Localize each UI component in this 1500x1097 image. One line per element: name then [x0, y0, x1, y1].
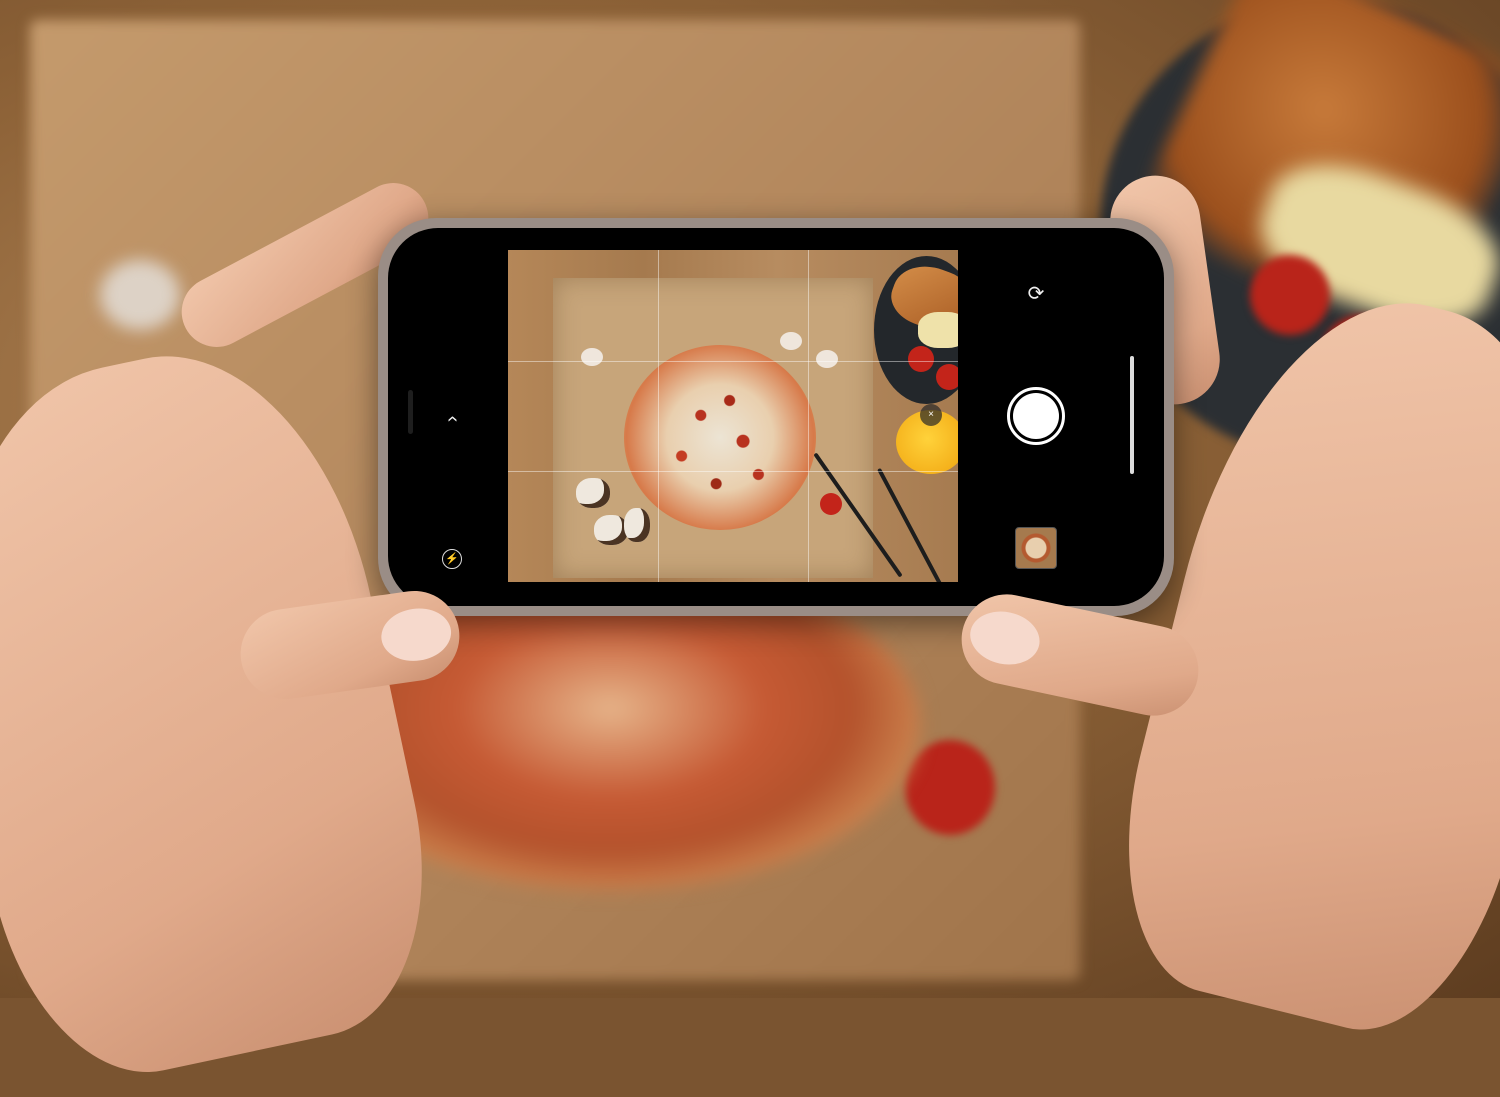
- earpiece: [408, 390, 413, 434]
- shutter-icon: [1013, 393, 1059, 439]
- grid-line: [657, 250, 659, 582]
- mushroom: [594, 515, 628, 545]
- camera-screen: ‹ ⚡ × ⟳: [388, 228, 1164, 606]
- garlic: [816, 350, 838, 368]
- background-garlic: [100, 260, 180, 330]
- flash-icon[interactable]: ⚡: [442, 549, 462, 569]
- background-tomato: [1250, 255, 1330, 335]
- grid-line: [508, 471, 958, 473]
- zoom-button[interactable]: ×: [920, 404, 942, 426]
- mushroom: [624, 508, 650, 542]
- tomato: [820, 493, 842, 515]
- knife: [877, 467, 951, 582]
- grid-line: [807, 250, 809, 582]
- thumbnail-nail: [377, 604, 455, 666]
- tomato: [936, 364, 958, 390]
- cheese: [918, 312, 958, 348]
- chevron-icon[interactable]: ‹: [442, 408, 464, 430]
- camera-viewfinder[interactable]: [508, 250, 958, 582]
- garlic: [780, 332, 802, 350]
- tomato: [908, 346, 934, 372]
- mushroom: [576, 478, 610, 508]
- pizza: [624, 345, 816, 530]
- shutter-button[interactable]: [1007, 387, 1065, 445]
- thumbnail-nail: [965, 605, 1045, 671]
- grid-line: [508, 360, 958, 362]
- home-indicator: [1130, 356, 1134, 474]
- garlic: [581, 348, 603, 366]
- background-tomato: [905, 740, 995, 835]
- last-photo-thumbnail[interactable]: [1015, 527, 1057, 569]
- switch-camera-icon[interactable]: ⟳: [1024, 282, 1048, 306]
- smartphone: ‹ ⚡ × ⟳: [378, 218, 1174, 616]
